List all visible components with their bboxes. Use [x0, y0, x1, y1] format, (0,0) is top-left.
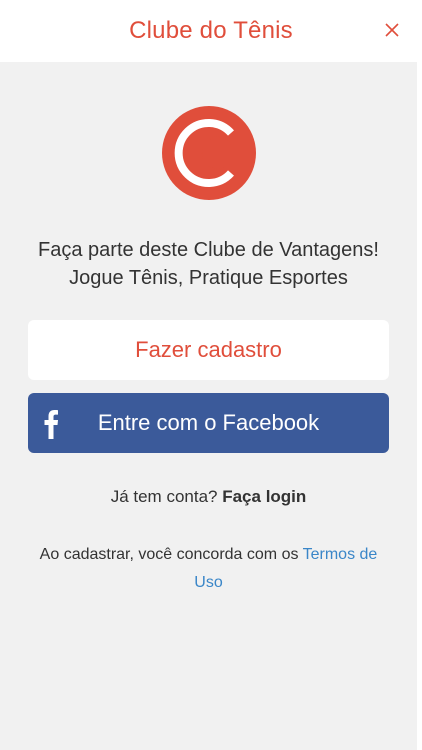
login-prompt-text: Já tem conta? [110, 487, 218, 506]
header-bar: Clube do Tênis [0, 0, 422, 62]
tagline-line-1: Faça parte deste Clube de Vantagens! [38, 239, 379, 261]
terms-text: Ao cadastrar, você concorda com os [39, 546, 299, 563]
tennis-ball-logo-icon [162, 106, 256, 200]
scroll-edge [417, 62, 422, 750]
signup-button[interactable]: Fazer cadastro [28, 320, 389, 380]
signup-button-label: Fazer cadastro [135, 337, 282, 362]
facebook-icon [44, 410, 58, 439]
login-prompt: Já tem conta? Faça login [0, 487, 417, 507]
terms-notice: Ao cadastrar, você concorda com os Termo… [32, 541, 385, 597]
login-link[interactable]: Faça login [222, 487, 306, 506]
tagline: Faça parte deste Clube de Vantagens! Jog… [0, 236, 417, 292]
facebook-button-label: Entre com o Facebook [97, 410, 320, 435]
page-title: Clube do Tênis [129, 17, 293, 44]
facebook-login-button[interactable]: Entre com o Facebook [28, 393, 389, 453]
tagline-line-2: Jogue Tênis, Pratique Esportes [69, 267, 348, 289]
close-icon[interactable] [384, 22, 400, 38]
